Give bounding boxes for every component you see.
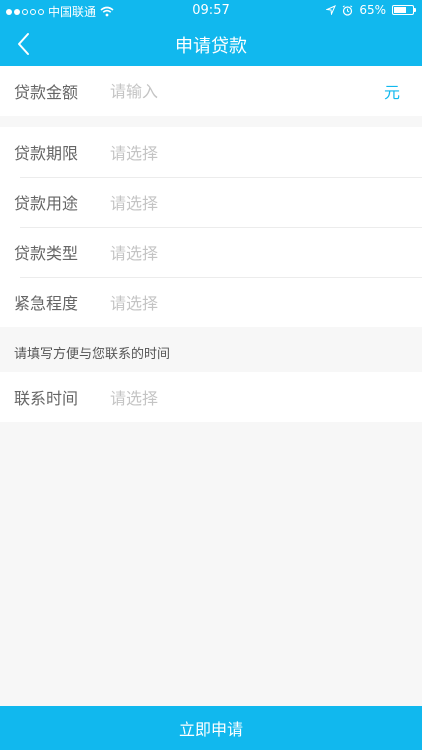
status-bar: 中国联通 09:57 65%: [0, 0, 422, 22]
location-icon: [326, 5, 337, 15]
type-label: 贷款类型: [14, 244, 79, 263]
battery-percent: 65%: [359, 3, 386, 17]
urgency-label: 紧急程度: [14, 294, 79, 313]
battery-icon: [392, 5, 416, 15]
alarm-icon: [343, 4, 353, 16]
header-bar: 中国联通 09:57 65% 申请贷款: [0, 0, 422, 66]
urgency-select[interactable]: 请选择: [110, 290, 158, 314]
contact-section: 联系时间 请选择: [0, 372, 422, 422]
purpose-select[interactable]: 请选择: [110, 190, 158, 214]
amount-label: 贷款金额: [14, 83, 79, 102]
amount-input[interactable]: [110, 76, 382, 106]
term-select[interactable]: 请选择: [110, 140, 158, 164]
contact-time-label: 联系时间: [14, 389, 79, 408]
type-select[interactable]: 请选择: [110, 240, 158, 264]
loan-fields-section: 贷款期限 请选择 贷款用途 请选择 贷款类型 请选择 紧急程度 请选择: [0, 127, 422, 327]
page-title: 申请贷款: [175, 36, 247, 57]
battery-fill: [394, 7, 406, 13]
amount-unit: 元: [383, 83, 400, 102]
term-label: 贷款期限: [14, 144, 79, 163]
field-row-urgency[interactable]: 紧急程度 请选择: [0, 277, 422, 327]
field-row-type[interactable]: 贷款类型 请选择: [0, 227, 422, 277]
field-row-purpose[interactable]: 贷款用途 请选择: [0, 177, 422, 227]
field-row-contact-time[interactable]: 联系时间 请选择: [0, 372, 422, 422]
purpose-label: 贷款用途: [14, 194, 79, 213]
field-row-term[interactable]: 贷款期限 请选择: [0, 127, 422, 177]
status-right: 65%: [326, 3, 416, 17]
contact-time-select[interactable]: 请选择: [110, 385, 158, 409]
nav-bar: 申请贷款: [0, 22, 422, 66]
amount-row: 贷款金额 元: [0, 66, 422, 116]
contact-hint: 请填写方便与您联系的时间: [14, 347, 171, 362]
amount-section: 贷款金额 元: [0, 66, 422, 116]
submit-button[interactable]: 立即申请: [0, 706, 422, 750]
